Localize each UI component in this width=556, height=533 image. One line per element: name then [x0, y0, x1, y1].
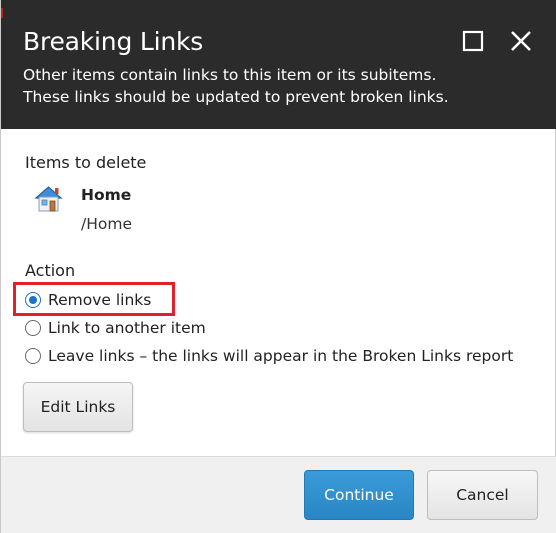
maximize-button[interactable]	[460, 28, 486, 54]
radio-button[interactable]	[25, 348, 41, 364]
radio-remove-links[interactable]: Remove links	[25, 289, 151, 311]
subtitle-line-1: Other items contain links to this item o…	[23, 66, 437, 84]
item-path: /Home	[81, 215, 132, 233]
edit-links-button[interactable]: Edit Links	[23, 382, 133, 432]
radio-button-checked[interactable]	[25, 292, 41, 308]
item-name: Home	[81, 186, 132, 204]
radio-label: Remove links	[48, 291, 152, 309]
close-icon	[511, 31, 531, 51]
edge-accent	[1, 8, 3, 18]
radio-leave-links[interactable]: Leave links – the links will appear in t…	[25, 345, 513, 367]
items-to-delete-label: Items to delete	[25, 153, 147, 172]
home-icon	[34, 186, 63, 212]
cancel-button[interactable]: Cancel	[427, 470, 538, 520]
subtitle-line-2: These links should be updated to prevent…	[23, 88, 449, 106]
radio-button[interactable]	[25, 320, 41, 336]
maximize-icon	[462, 30, 484, 52]
close-button[interactable]	[508, 28, 534, 54]
continue-button[interactable]: Continue	[304, 470, 414, 520]
dialog-subtitle: Other items contain links to this item o…	[23, 64, 449, 108]
action-label: Action	[25, 261, 76, 280]
dialog-title: Breaking Links	[23, 27, 204, 56]
radio-label: Link to another item	[48, 319, 206, 337]
breaking-links-dialog: Breaking Links Other items contain links…	[0, 0, 556, 533]
radio-link-to-another-item[interactable]: Link to another item	[25, 317, 206, 339]
radio-label: Leave links – the links will appear in t…	[48, 347, 514, 365]
dialog-header: Breaking Links Other items contain links…	[1, 0, 556, 129]
